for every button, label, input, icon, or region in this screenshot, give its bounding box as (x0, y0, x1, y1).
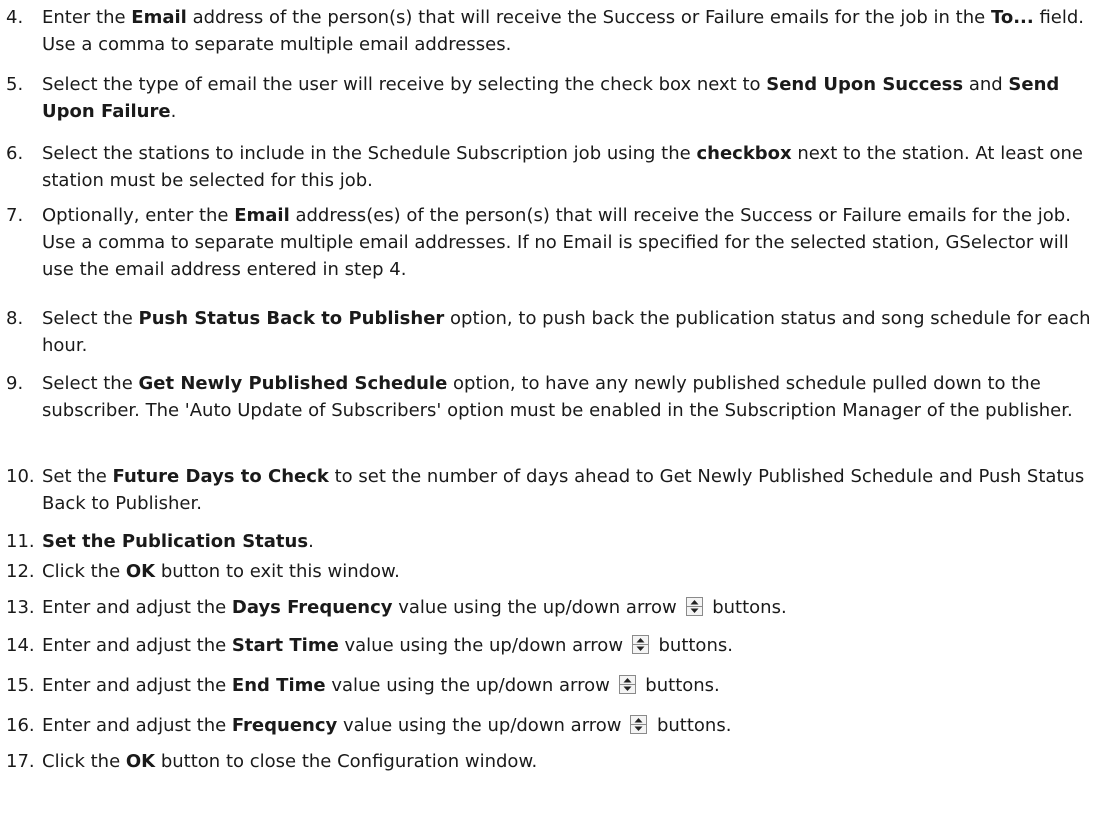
step-text-run: . (308, 531, 314, 552)
step-text: Select the Push Status Back to Publisher… (42, 305, 1100, 359)
step-number: 13. (6, 597, 35, 618)
step-text-run: buttons. (706, 597, 787, 618)
bold-term: Days Frequency (231, 597, 393, 618)
step-text-run: value using the up/down arrow (325, 675, 616, 696)
bold-term: Push Status Back to Publisher (138, 308, 445, 329)
bold-term: Email (131, 7, 187, 28)
spinner-updown-icon (630, 715, 648, 734)
step-text-run: Enter and adjust the (42, 715, 232, 736)
bold-term: OK (125, 751, 156, 772)
step-text: Enter and adjust the Frequency value usi… (42, 712, 1100, 739)
step-number: 10. (6, 466, 35, 487)
step-number: 7. (6, 205, 24, 226)
bold-term: checkbox (696, 143, 792, 164)
step-number: 14. (6, 635, 35, 656)
bold-term: Future Days to Check (112, 466, 329, 487)
step-text-run: value using the up/down arrow (338, 635, 629, 656)
bold-term: To... (990, 7, 1034, 28)
step-number: 9. (6, 373, 24, 394)
step-text-run: value using the up/down arrow (392, 597, 683, 618)
step-number: 12. (6, 561, 35, 582)
step-text: Click the OK button to exit this window. (42, 558, 1100, 585)
step-text-run: Enter and adjust the (42, 597, 232, 618)
step-text: Select the stations to include in the Sc… (42, 140, 1100, 194)
step-text-run: address of the person(s) that will recei… (186, 7, 991, 28)
bold-term: Set the Publication Status (42, 531, 309, 552)
step-text-run: and (963, 74, 1009, 95)
step-text-run: Select the (42, 308, 139, 329)
step-number: 11. (6, 531, 35, 552)
step-text-run: value using the up/down arrow (337, 715, 628, 736)
step-text-run: Enter the (42, 7, 132, 28)
step-number: 8. (6, 308, 24, 329)
step-text: Enter and adjust the End Time value usin… (42, 672, 1100, 699)
bold-term: Start Time (231, 635, 339, 656)
step-text-run: Select the stations to include in the Sc… (42, 143, 697, 164)
step-text-run: Set the (42, 466, 113, 487)
step-text: Click the OK button to close the Configu… (42, 748, 1100, 775)
step-number: 15. (6, 675, 35, 696)
bold-term: Get Newly Published Schedule (138, 373, 448, 394)
step-text: Enter and adjust the Days Frequency valu… (42, 594, 1100, 621)
step-text: Optionally, enter the Email address(es) … (42, 202, 1100, 283)
step-text: Select the Get Newly Published Schedule … (42, 370, 1100, 424)
step-text-run: buttons. (651, 715, 732, 736)
step-text-run: buttons. (639, 675, 720, 696)
step-text-run: Select the (42, 373, 139, 394)
bold-term: Send Upon Success (766, 74, 964, 95)
step-text: Set the Future Days to Check to set the … (42, 463, 1100, 517)
bold-term: Frequency (231, 715, 338, 736)
bold-term: OK (125, 561, 156, 582)
step-text-run: Optionally, enter the (42, 205, 235, 226)
step-number: 16. (6, 715, 35, 736)
step-text: Set the Publication Status. (42, 528, 1100, 555)
bold-term: End Time (231, 675, 326, 696)
step-text-run: Enter and adjust the (42, 635, 232, 656)
bold-term: Email (234, 205, 290, 226)
step-text-run: Click the (42, 751, 126, 772)
step-number: 17. (6, 751, 35, 772)
step-text-run: Click the (42, 561, 126, 582)
step-text-run: button to close the Configuration window… (155, 751, 538, 772)
step-text-run: Select the type of email the user will r… (42, 74, 767, 95)
step-text-run: button to exit this window. (155, 561, 400, 582)
spinner-updown-icon (685, 597, 703, 616)
step-number: 4. (6, 7, 24, 28)
step-text-run: Enter and adjust the (42, 675, 232, 696)
step-text-run: buttons. (652, 635, 733, 656)
spinner-updown-icon (618, 675, 636, 694)
step-number: 6. (6, 143, 24, 164)
step-number: 5. (6, 74, 24, 95)
step-text-run: . (170, 101, 177, 122)
step-text: Enter and adjust the Start Time value us… (42, 632, 1100, 659)
step-text: Enter the Email address of the person(s)… (42, 4, 1100, 58)
step-text: Select the type of email the user will r… (42, 71, 1100, 125)
spinner-updown-icon (631, 635, 649, 654)
